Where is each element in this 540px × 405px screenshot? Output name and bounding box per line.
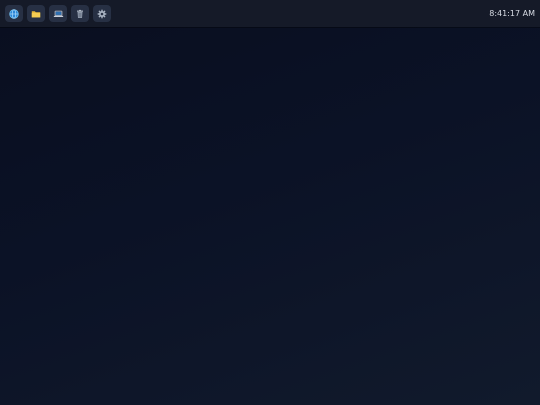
gear-icon: [97, 9, 107, 19]
globe-icon: [9, 8, 19, 19]
taskbar: 8:41:17 AM: [0, 0, 540, 27]
desktop-background[interactable]: [0, 27, 540, 405]
trash-launcher-button[interactable]: [71, 5, 89, 22]
folder-icon: [31, 9, 41, 19]
taskbar-clock[interactable]: 8:41:17 AM: [489, 0, 535, 27]
laptop-icon: [53, 9, 64, 19]
browser-launcher-button[interactable]: [5, 5, 23, 22]
settings-launcher-button[interactable]: [93, 5, 111, 22]
terminal-launcher-button[interactable]: [49, 5, 67, 22]
trash-icon: [75, 9, 85, 19]
files-launcher-button[interactable]: [27, 5, 45, 22]
